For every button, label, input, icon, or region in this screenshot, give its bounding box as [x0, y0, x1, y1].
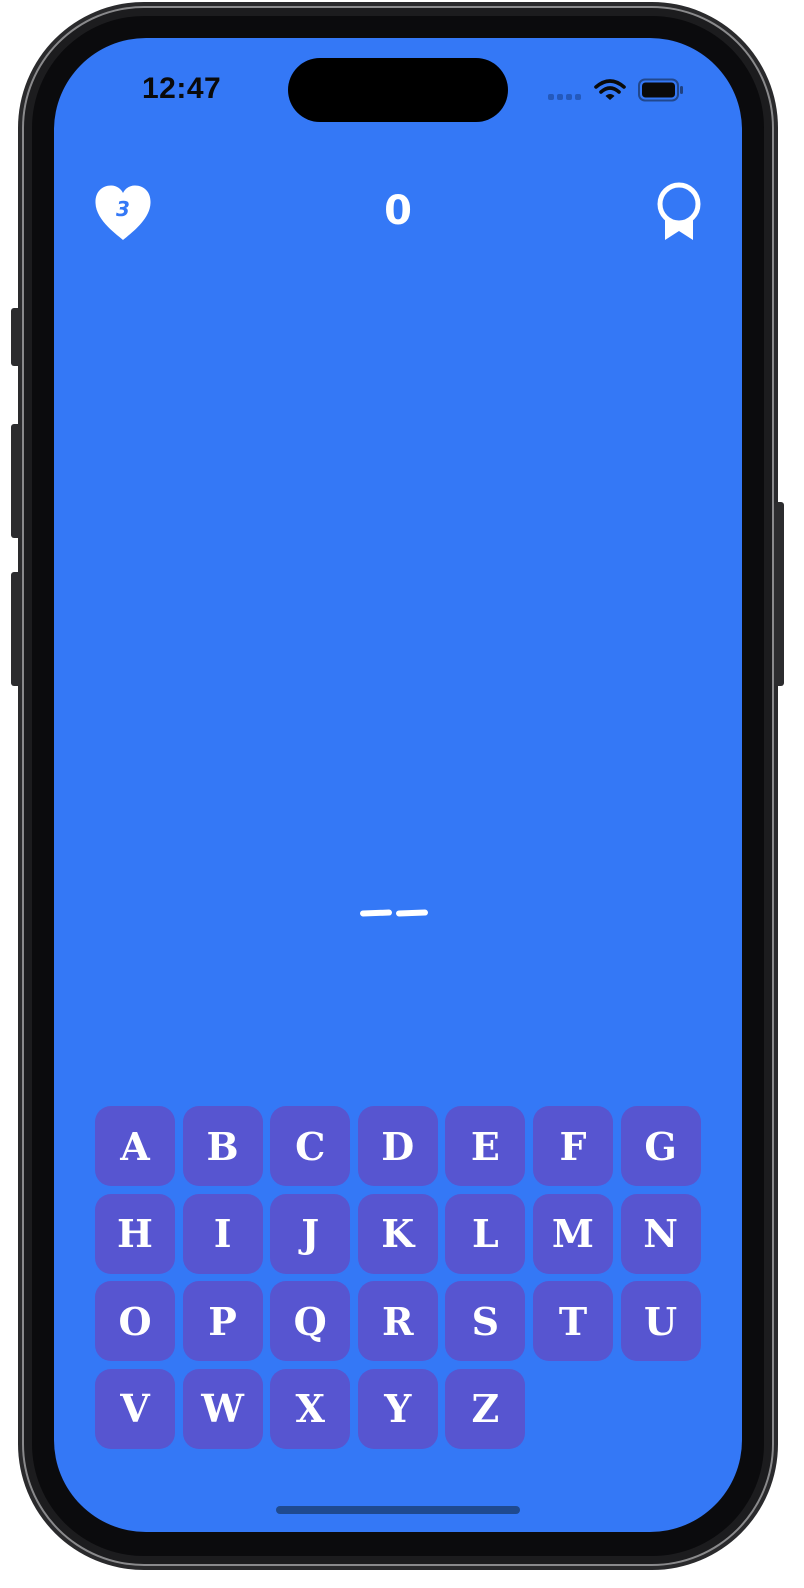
power-button [774, 502, 784, 686]
dynamic-island [288, 58, 508, 122]
key-p[interactable]: P [182, 1281, 263, 1362]
key-u[interactable]: U [620, 1281, 701, 1362]
letter-slot [395, 909, 429, 917]
key-i[interactable]: I [182, 1193, 263, 1274]
score-value: 0 [384, 188, 412, 234]
key-d[interactable]: D [357, 1106, 438, 1186]
key-z[interactable]: Z [445, 1368, 526, 1449]
key-v[interactable]: V [95, 1368, 175, 1449]
cellular-signal-icon [548, 94, 581, 100]
key-x[interactable]: X [270, 1368, 351, 1449]
letter-slot [359, 909, 393, 917]
key-q[interactable]: Q [270, 1281, 351, 1362]
action-button [11, 308, 21, 366]
game-screen: 12:47 3 0 ABCDEFG HIJKLMN OPQRSTU VWXYZ [54, 38, 742, 1532]
key-a[interactable]: A [95, 1106, 175, 1186]
key-g[interactable]: G [620, 1106, 701, 1186]
lives-count: 3 [116, 197, 130, 221]
key-f[interactable]: F [532, 1106, 613, 1186]
key-w[interactable]: W [182, 1368, 263, 1449]
key-y[interactable]: Y [357, 1368, 438, 1449]
key-j[interactable]: J [270, 1193, 351, 1274]
battery-icon [638, 78, 684, 106]
key-r[interactable]: R [357, 1281, 438, 1362]
status-time: 12:47 [142, 72, 222, 105]
key-s[interactable]: S [445, 1281, 526, 1362]
volume-down-button [11, 572, 21, 686]
key-e[interactable]: E [445, 1106, 526, 1186]
key-l[interactable]: L [445, 1193, 526, 1274]
wifi-icon [594, 78, 626, 106]
volume-up-button [11, 424, 21, 538]
word-slots [359, 909, 429, 917]
home-indicator[interactable] [276, 1506, 520, 1514]
key-c[interactable]: C [270, 1106, 351, 1186]
key-t[interactable]: T [532, 1281, 613, 1362]
key-k[interactable]: K [357, 1193, 438, 1274]
letter-keyboard: ABCDEFG HIJKLMN OPQRSTU VWXYZ [95, 1106, 701, 1449]
key-b[interactable]: B [182, 1106, 263, 1186]
key-o[interactable]: O [95, 1281, 175, 1362]
key-h[interactable]: H [95, 1193, 175, 1274]
lives-indicator: 3 [94, 184, 152, 242]
award-ribbon-icon[interactable] [656, 182, 702, 246]
key-m[interactable]: M [532, 1193, 613, 1274]
key-n[interactable]: N [620, 1193, 701, 1274]
